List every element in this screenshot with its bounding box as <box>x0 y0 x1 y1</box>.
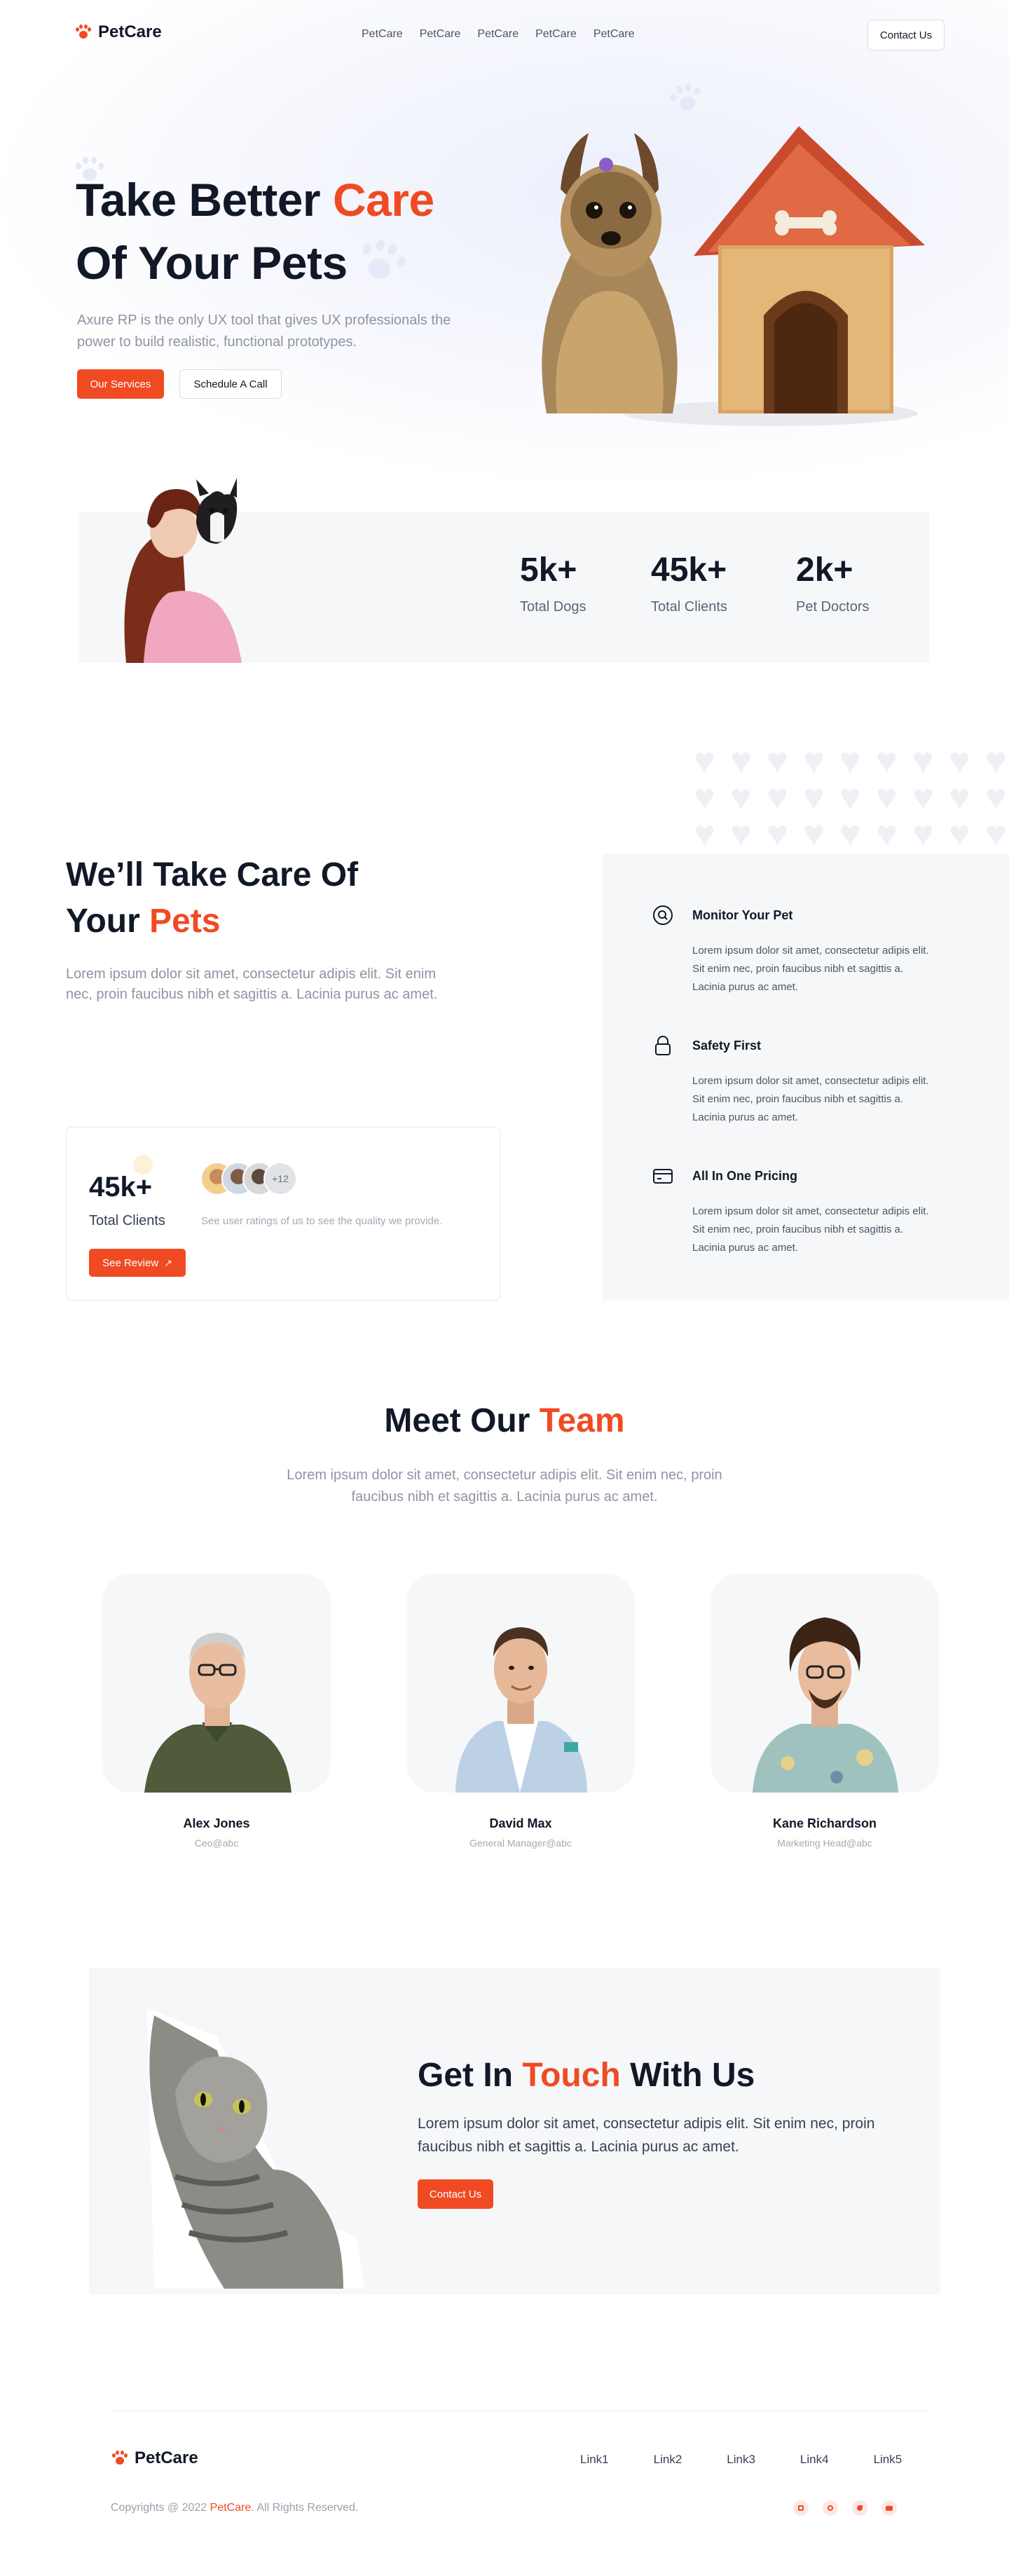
schedule-call-button[interactable]: Schedule A Call <box>179 369 282 399</box>
dribbble-icon[interactable] <box>823 2500 838 2516</box>
team-member-photo <box>144 1633 291 1793</box>
stat-value: 45k+ <box>651 551 727 589</box>
review-note: See user ratings of us to see the qualit… <box>201 1215 443 1227</box>
nav-link-1[interactable]: PetCare <box>362 28 403 41</box>
review-value: 45k+ <box>89 1172 153 1203</box>
copyright-before: Copyrights @ 2022 <box>111 2502 210 2514</box>
stat-value: 2k+ <box>796 551 853 589</box>
care-title: We’ll Take Care Of Your Pets <box>66 852 458 945</box>
social-links <box>793 2500 897 2516</box>
team-title-plain: Meet Our <box>384 1402 540 1439</box>
care-title-line2: Your <box>66 903 150 940</box>
nav-link-4[interactable]: PetCare <box>535 28 577 41</box>
footer-brand-name: PetCare <box>135 2448 198 2467</box>
brand-logo[interactable]: PetCare <box>76 22 162 42</box>
team-card[interactable] <box>406 1574 635 1793</box>
avatar-more: +12 <box>263 1162 297 1195</box>
avatar-group: +12 <box>200 1162 298 1197</box>
paw-icon <box>76 25 91 40</box>
dog-house-illustration <box>542 126 925 426</box>
feature-text: Lorem ipsum dolor sit amet, consectetur … <box>692 945 929 993</box>
stat-item: 45k+ Total Clients <box>651 551 763 615</box>
feature-text: Lorem ipsum dolor sit amet, consectetur … <box>692 1075 929 1123</box>
team-member-name: Alex Jones <box>183 1816 250 1830</box>
team-card[interactable] <box>102 1574 331 1793</box>
nav-links: PetCare PetCare PetCare PetCare PetCare <box>362 28 635 41</box>
hero-title-accent: Care <box>332 174 434 226</box>
contact-title: Get In Touch With Us <box>418 2056 908 2095</box>
team-member-role: General Manager@abc <box>469 1837 572 1849</box>
feature-title: All In One Pricing <box>692 1169 798 1183</box>
hero-title: Take Better Care Of Your Pets <box>76 168 510 294</box>
footer-logo[interactable]: PetCare <box>112 2448 198 2468</box>
team-card[interactable] <box>711 1574 939 1793</box>
team-member-photo <box>455 1627 587 1793</box>
woman-with-dog-photo <box>124 478 242 663</box>
stat-item: 5k+ Total Dogs <box>520 551 632 615</box>
team-member-photo <box>753 1617 898 1793</box>
paw-icon <box>112 2451 128 2466</box>
search-icon <box>653 905 673 925</box>
team-member-role: Ceo@abc <box>194 1837 239 1849</box>
card-icon <box>653 1169 673 1184</box>
our-services-button[interactable]: Our Services <box>77 369 164 399</box>
footer-links: Link1 Link2 Link3 Link4 Link5 <box>580 2453 902 2467</box>
team-subtitle: Lorem ipsum dolor sit amet, consectetur … <box>287 1467 722 1505</box>
care-title-accent: Pets <box>149 903 221 940</box>
team-member-name: Kane Richardson <box>772 1816 877 1830</box>
youtube-icon[interactable] <box>881 2500 897 2516</box>
hero-subtitle: Axure RP is the only UX tool that gives … <box>77 313 451 350</box>
footer-link-5[interactable]: Link5 <box>874 2453 902 2467</box>
footer-link-4[interactable]: Link4 <box>800 2453 829 2467</box>
stat-label: Total Clients <box>651 599 727 615</box>
contact-title-accent: Touch <box>522 2057 621 2094</box>
feature-text: Lorem ipsum dolor sit amet, consectetur … <box>692 1205 929 1254</box>
brand-name: PetCare <box>98 22 162 41</box>
team-title-accent: Team <box>539 1402 625 1439</box>
lock-icon <box>655 1036 671 1055</box>
see-review-label: See Review <box>102 1256 159 1269</box>
stat-value: 5k+ <box>520 551 577 589</box>
nav-contact-button[interactable]: Contact Us <box>867 20 945 50</box>
hearts-decoration: ♥ ♥ ♥ ♥ ♥ ♥ ♥ ♥ ♥ ♥ ♥ ♥ ♥ ♥ ♥ ♥ ♥ ♥ ♥ ♥ ♥ ♥ ♥ ♥ ♥ ♥ ♥ <box>694 741 1007 854</box>
hero-title-part1: Take Better <box>76 174 333 226</box>
contact-title-plain1: Get In <box>418 2057 523 2094</box>
stat-label: Pet Doctors <box>796 599 870 615</box>
instagram-icon[interactable] <box>793 2500 809 2516</box>
arrow-up-right-icon: ↗ <box>164 1256 172 1268</box>
see-review-button[interactable]: See Review ↗ <box>89 1249 186 1277</box>
feature-title: Monitor Your Pet <box>692 908 793 922</box>
twitter-icon[interactable] <box>852 2500 867 2516</box>
team-title: Meet Our Team <box>0 1402 1009 1440</box>
stat-label: Total Dogs <box>520 599 586 615</box>
feature-title: Safety First <box>692 1039 762 1053</box>
contact-subtitle: Lorem ipsum dolor sit amet, consectetur … <box>418 2116 875 2155</box>
nav-link-2[interactable]: PetCare <box>420 28 461 41</box>
contact-title-plain2: With Us <box>620 2057 755 2094</box>
review-label: Total Clients <box>89 1213 165 1228</box>
team-member-role: Marketing Head@abc <box>777 1837 872 1849</box>
cat-photo <box>147 2008 364 2289</box>
copyright-after: . All Rights Reserved. <box>251 2502 359 2514</box>
copyright: Copyrights @ 2022 PetCare. All Rights Re… <box>111 2502 358 2514</box>
care-subtitle: Lorem ipsum dolor sit amet, consectetur … <box>66 966 438 1002</box>
footer-link-3[interactable]: Link3 <box>727 2453 755 2467</box>
page: PetCare PetCare PetCare PetCare PetCare … <box>0 0 1009 2576</box>
footer-link-2[interactable]: Link2 <box>654 2453 682 2467</box>
stat-item: 2k+ Pet Doctors <box>796 551 908 615</box>
footer-link-1[interactable]: Link1 <box>580 2453 609 2467</box>
team-member-name: David Max <box>489 1816 552 1830</box>
nav-link-5[interactable]: PetCare <box>593 28 635 41</box>
copyright-brand[interactable]: PetCare <box>210 2502 252 2514</box>
contact-us-button[interactable]: Contact Us <box>418 2179 493 2209</box>
nav-link-3[interactable]: PetCare <box>477 28 519 41</box>
care-title-line1: We’ll Take Care Of <box>66 856 359 893</box>
hero-title-line2: Of Your Pets <box>76 237 348 289</box>
